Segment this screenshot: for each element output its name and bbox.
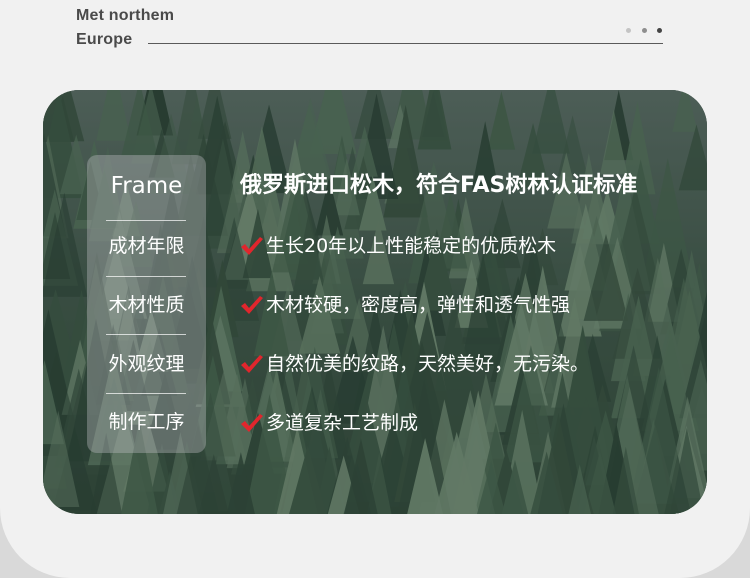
check-icon: [241, 296, 263, 314]
panel-divider-4: [106, 393, 186, 394]
pager-dot-2[interactable]: [642, 28, 647, 33]
brand-line-2: Europe: [76, 31, 133, 48]
pager-dot-1[interactable]: [626, 28, 631, 33]
feature-text-2: 木材较硬，密度高，弹性和透气性强: [266, 294, 571, 316]
feature-text-4: 多道复杂工艺制成: [266, 412, 419, 434]
panel-label-process: 制作工序: [108, 411, 185, 433]
feature-text-1: 生长20年以上性能稳定的优质松木: [266, 235, 557, 257]
panel-divider-1: [106, 220, 186, 221]
header-divider: [148, 43, 663, 44]
panel-title: Frame: [110, 173, 183, 199]
forest-card: Frame 成材年限 木材性质 外观纹理 制作工序 俄罗斯进口松木，符合FAS树…: [43, 90, 707, 514]
brand-line-1: Met northem: [76, 7, 175, 24]
headline: 俄罗斯进口松木，符合FAS树林认证标准: [240, 173, 638, 198]
check-icon: [241, 414, 263, 432]
pager-dot-3[interactable]: [657, 28, 662, 33]
panel-label-texture: 外观纹理: [108, 353, 185, 375]
check-icon: [241, 355, 263, 373]
check-icon: [241, 237, 263, 255]
panel-label-property: 木材性质: [108, 294, 185, 316]
brand-title: Met northem Europe: [76, 4, 174, 52]
panel-label-age: 成材年限: [108, 235, 185, 257]
pager-dots-icon[interactable]: [626, 28, 666, 36]
page: Met northem Europe Frame 成材年限 木材性质 外观纹理 …: [0, 0, 750, 578]
panel-divider-2: [106, 276, 186, 277]
panel-divider-3: [106, 334, 186, 335]
feature-text-3: 自然优美的纹路，天然美好，无污染。: [266, 353, 590, 375]
category-panel: Frame 成材年限 木材性质 外观纹理 制作工序: [87, 155, 206, 453]
